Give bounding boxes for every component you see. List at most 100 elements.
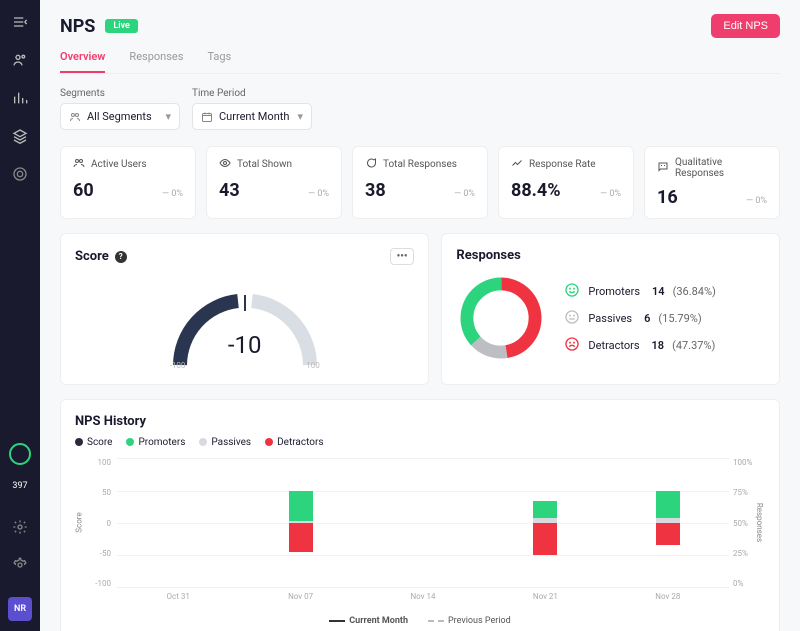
users-nav-icon[interactable] — [8, 48, 32, 72]
stat-label: Active Users — [91, 159, 147, 170]
legend-pct: (47.37%) — [672, 339, 715, 352]
chevron-down-icon: ▾ — [165, 110, 171, 123]
face-icon — [564, 336, 580, 355]
stat-value: 88.4% — [511, 180, 561, 201]
more-button[interactable]: ••• — [390, 248, 415, 265]
legend-count: 18 — [652, 339, 665, 352]
history-panel: NPS History ScorePromotersPassivesDetrac… — [60, 399, 780, 631]
y-tick: 50 — [89, 488, 111, 497]
segments-icon — [69, 111, 81, 123]
period-dropdown[interactable]: Current Month ▾ — [192, 103, 312, 130]
stat-card: Total Responses 38 — 0% — [352, 146, 488, 219]
user-avatar[interactable]: NR — [8, 597, 32, 621]
settings2-gear-icon[interactable] — [8, 553, 32, 577]
bar-group — [533, 459, 557, 587]
legend-count: 6 — [644, 312, 650, 325]
x-tick: Nov 07 — [288, 592, 313, 601]
legend-name: Detractors — [588, 339, 639, 352]
quote-icon — [657, 161, 669, 176]
bar-group — [411, 459, 435, 587]
analytics-nav-icon[interactable] — [8, 86, 32, 110]
history-chart: Score Responses 100500-50-100 100%75%50%… — [75, 458, 765, 608]
score-max: 100 — [306, 361, 320, 370]
y-left-axis-label: Score — [75, 512, 84, 532]
rate-icon — [511, 157, 523, 172]
tab-overview[interactable]: Overview — [60, 50, 105, 73]
responses-panel: Responses Promoters14 (36.84%)Passives6 … — [441, 233, 780, 385]
history-legend: ScorePromotersPassivesDetractors — [75, 437, 765, 448]
progress-ring-value: 397 — [12, 481, 27, 491]
x-tick: Nov 21 — [533, 592, 558, 601]
legend-count: 14 — [652, 285, 665, 298]
stat-label: Total Shown — [237, 159, 292, 170]
hist-legend-item: Promoters — [126, 437, 185, 448]
y-tick: -100 — [89, 579, 111, 588]
main-content: NPS Live Edit NPS Overview Responses Tag… — [40, 0, 800, 631]
stat-card: Active Users 60 — 0% — [60, 146, 196, 219]
stat-card: Response Rate88.4%— 0% — [498, 146, 634, 219]
status-badge: Live — [105, 19, 138, 33]
x-tick: Nov 14 — [410, 592, 435, 601]
eye-icon — [219, 157, 231, 172]
menu-toggle-icon[interactable] — [8, 10, 32, 34]
stat-value: 60 — [73, 180, 94, 201]
y-tick: 100% — [733, 458, 761, 467]
sidebar: 397 NR — [0, 0, 40, 631]
tabs: Overview Responses Tags — [60, 50, 780, 74]
target-nav-icon[interactable] — [8, 162, 32, 186]
page-title: NPS — [60, 16, 95, 37]
stat-value: 16 — [657, 187, 678, 208]
y-tick: 50% — [733, 519, 761, 528]
stats-row: Active Users60— 0%Total Shown43— 0%Total… — [60, 146, 780, 219]
stat-card: Total Shown 43 — 0% — [206, 146, 342, 219]
responses-panel-title: Responses — [456, 248, 520, 263]
gauge-chart — [160, 275, 330, 375]
tab-tags[interactable]: Tags — [207, 50, 231, 73]
stat-label: Total Responses — [383, 159, 457, 170]
chevron-down-icon: ▾ — [297, 110, 303, 123]
score-min: -100 — [170, 361, 186, 370]
score-value: -10 — [228, 331, 262, 359]
filters-row: Segments All Segments ▾ Time Period Curr… — [60, 88, 780, 130]
settings-gear-icon[interactable] — [8, 515, 32, 539]
bar-group — [656, 459, 680, 587]
stat-value: 43 — [219, 180, 240, 201]
stat-label: Response Rate — [529, 159, 596, 170]
x-tick: Oct 31 — [167, 592, 190, 601]
edit-nps-button[interactable]: Edit NPS — [711, 14, 780, 38]
stat-delta: — 0% — [454, 189, 475, 199]
y-tick: 75% — [733, 488, 761, 497]
history-title: NPS History — [75, 414, 146, 429]
comment-icon — [365, 157, 377, 172]
tab-responses[interactable]: Responses — [129, 50, 183, 73]
stat-card: Qualitative Responses16— 0% — [644, 146, 780, 219]
y-tick: 0 — [89, 519, 111, 528]
legend-name: Passives — [588, 312, 632, 325]
bar-group — [289, 459, 313, 587]
segments-dropdown[interactable]: All Segments ▾ — [60, 103, 180, 130]
stat-value: 38 — [365, 180, 386, 201]
layers-nav-icon[interactable] — [8, 124, 32, 148]
segments-label: Segments — [60, 88, 180, 99]
legend-row: Detractors 18 (47.37%) — [564, 336, 715, 355]
period-label: Time Period — [192, 88, 312, 99]
score-panel: Score ? ••• -10 -100 100 — [60, 233, 429, 385]
progress-ring-icon[interactable] — [9, 443, 31, 465]
y-tick: 0% — [733, 579, 761, 588]
legend-name: Promoters — [588, 285, 640, 298]
y-tick: -50 — [89, 549, 111, 558]
bar-group — [166, 459, 190, 587]
help-icon[interactable]: ? — [115, 251, 127, 263]
hist-legend-item: Detractors — [265, 437, 323, 448]
stat-delta: — 0% — [162, 189, 183, 199]
legend-pct: (15.79%) — [658, 312, 701, 325]
users-icon — [73, 157, 85, 172]
face-icon — [564, 309, 580, 328]
legend-row: Promoters14 (36.84%) — [564, 282, 715, 301]
y-tick: 25% — [733, 549, 761, 558]
stat-delta: — 0% — [308, 189, 329, 199]
score-panel-title: Score — [75, 249, 109, 264]
y-tick: 100 — [89, 458, 111, 467]
legend-row: Passives 6 (15.79%) — [564, 309, 715, 328]
responses-donut-chart — [456, 273, 546, 363]
